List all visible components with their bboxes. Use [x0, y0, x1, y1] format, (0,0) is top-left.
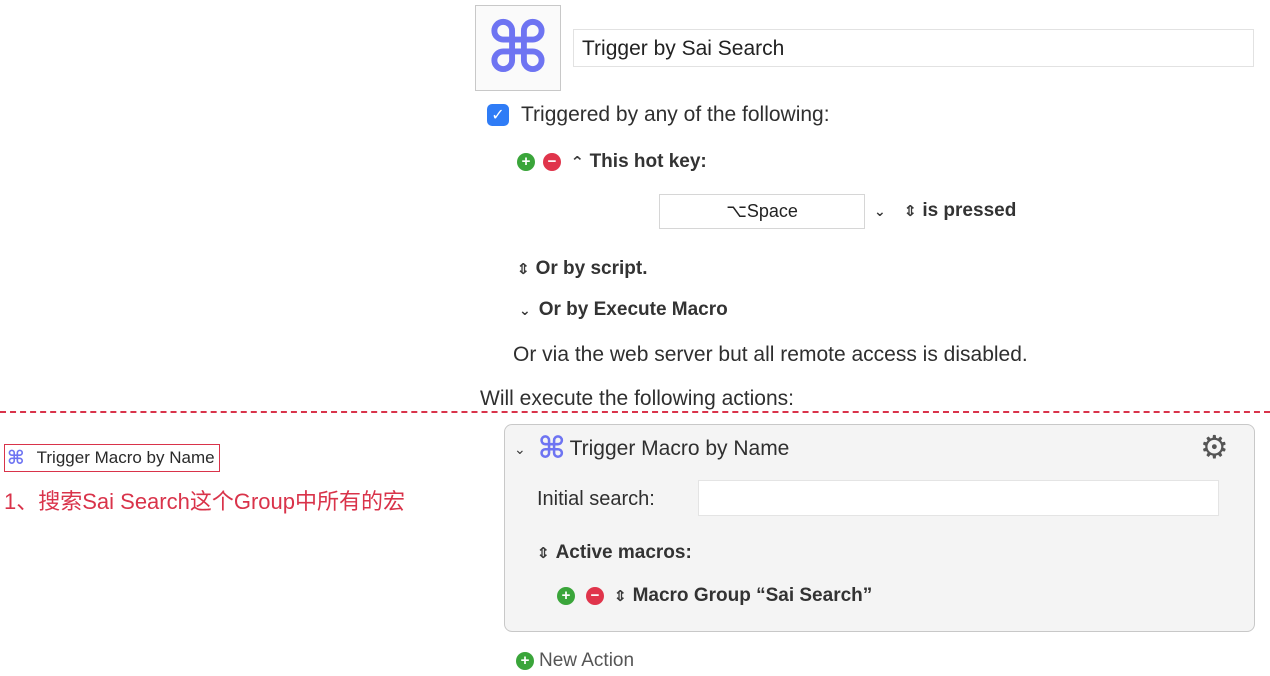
updown-chevron-icon[interactable]: ⇕ — [613, 587, 627, 605]
action-title: Trigger Macro by Name — [569, 437, 790, 460]
annotation-divider — [0, 411, 1270, 413]
triggers-checkbox-label: Triggered by any of the following: — [521, 103, 830, 126]
annotation-action-text: Trigger Macro by Name — [36, 448, 215, 467]
macro-name-field[interactable]: Trigger by Sai Search — [573, 29, 1254, 67]
web-server-note: Or via the web server but all remote acc… — [513, 343, 1028, 366]
chevron-down-icon[interactable]: ⌄ — [514, 441, 526, 458]
active-macros-label: Active macros: — [555, 542, 692, 563]
macro-icon-well[interactable]: ⌘ — [475, 5, 561, 91]
initial-search-field[interactable] — [698, 480, 1219, 516]
new-action-button[interactable]: + New Action — [516, 650, 634, 672]
initial-search-label: Initial search: — [537, 488, 655, 510]
annotation-action-label: ⌘ Trigger Macro by Name — [4, 444, 220, 472]
updown-chevron-icon: ⇕ — [536, 545, 551, 562]
new-action-label: New Action — [539, 650, 635, 671]
updown-chevron-icon[interactable]: ⇕ — [903, 202, 917, 220]
add-group-button[interactable]: + — [557, 587, 575, 605]
command-icon: ⌘ — [485, 7, 551, 89]
hotkey-trigger-row: + − ⌃ This hot key: — [517, 151, 707, 173]
triggers-enabled-row: ✓ Triggered by any of the following: — [487, 103, 830, 127]
updown-chevron-icon[interactable]: ⌃ — [570, 153, 584, 171]
macro-group-row: + − ⇕ Macro Group “Sai Search” — [557, 585, 872, 607]
annotation-note: 1、搜索Sai Search这个Group中所有的宏 — [4, 489, 405, 514]
or-by-script-row[interactable]: ⇕ Or by script. — [516, 258, 648, 280]
or-by-script-label: Or by script. — [535, 258, 648, 279]
action-header[interactable]: ⌄ ⌘ Trigger Macro by Name — [514, 434, 789, 464]
or-by-execute-row[interactable]: ⌄ Or by Execute Macro — [519, 299, 728, 321]
triggers-checkbox[interactable]: ✓ — [487, 104, 509, 126]
hotkey-condition-popup[interactable]: is pressed — [922, 200, 1016, 222]
macro-group-label[interactable]: Macro Group “Sai Search” — [633, 585, 873, 607]
updown-chevron-icon: ⇕ — [516, 261, 531, 278]
actions-heading: Will execute the following actions: — [480, 387, 794, 410]
active-macros-row[interactable]: ⇕ Active macros: — [536, 542, 692, 564]
hotkey-field[interactable]: ⌥Space — [659, 194, 865, 229]
gear-icon[interactable]: ⚙ — [1200, 431, 1229, 463]
hotkey-trigger-label[interactable]: This hot key: — [590, 151, 707, 173]
hotkey-condition-row: ⌄ ⇕ is pressed — [874, 200, 1016, 222]
remove-group-button[interactable]: − — [586, 587, 604, 605]
command-icon: ⌘ — [537, 431, 566, 466]
add-trigger-button[interactable]: + — [517, 153, 535, 171]
command-icon: ⌘ — [7, 446, 25, 469]
plus-icon: + — [516, 652, 534, 670]
or-by-execute-label: Or by Execute Macro — [538, 299, 728, 320]
chevron-down-icon[interactable]: ⌄ — [874, 203, 886, 220]
chevron-down-icon: ⌄ — [519, 301, 531, 318]
remove-trigger-button[interactable]: − — [543, 153, 561, 171]
